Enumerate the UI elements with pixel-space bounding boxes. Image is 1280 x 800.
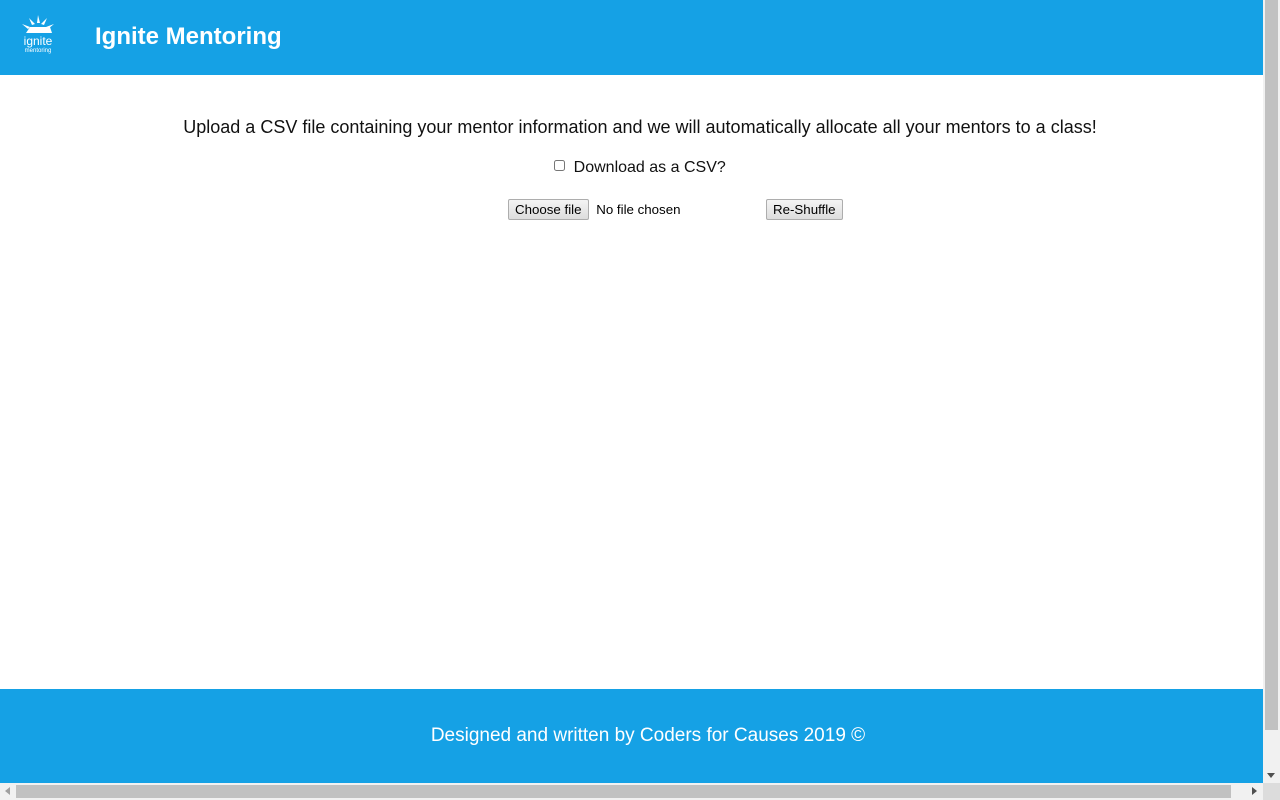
vertical-scrollbar[interactable] [1263, 0, 1280, 783]
reshuffle-button[interactable]: Re-Shuffle [766, 199, 843, 220]
logo[interactable]: ignite mentoring [18, 15, 58, 59]
file-status-text: No file chosen [596, 202, 681, 217]
choose-file-button[interactable]: Choose file [508, 199, 589, 220]
logo-subword: mentoring [24, 48, 52, 54]
scroll-right-arrow-icon[interactable] [1252, 787, 1257, 795]
download-csv-label[interactable]: Download as a CSV? [574, 159, 726, 176]
footer-credits: Designed and written by Coders for Cause… [430, 725, 866, 746]
app-footer: Designed and written by Coders for Cause… [0, 689, 1263, 783]
download-csv-option: Download as a CSV? [0, 158, 1263, 178]
file-input[interactable]: Choose file No file chosen [508, 199, 681, 220]
horizontal-scroll-thumb[interactable] [16, 785, 1231, 798]
main-content: Upload a CSV file containing your mentor… [0, 75, 1263, 689]
vertical-scroll-thumb[interactable] [1265, 0, 1278, 730]
scroll-left-arrow-icon[interactable] [5, 787, 10, 795]
logo-wordmark: ignite [23, 34, 53, 48]
app-title: Ignite Mentoring [95, 23, 282, 50]
download-csv-checkbox[interactable] [554, 160, 566, 171]
app-header: ignite mentoring Ignite Mentoring [0, 0, 1263, 75]
intro-text: Upload a CSV file containing your mentor… [183, 117, 1097, 137]
page: ignite mentoring Ignite Mentoring Upload… [0, 0, 1263, 783]
horizontal-scrollbar[interactable] [0, 783, 1263, 800]
scroll-down-arrow-icon[interactable] [1267, 773, 1275, 778]
scrollbar-corner [1263, 783, 1280, 800]
